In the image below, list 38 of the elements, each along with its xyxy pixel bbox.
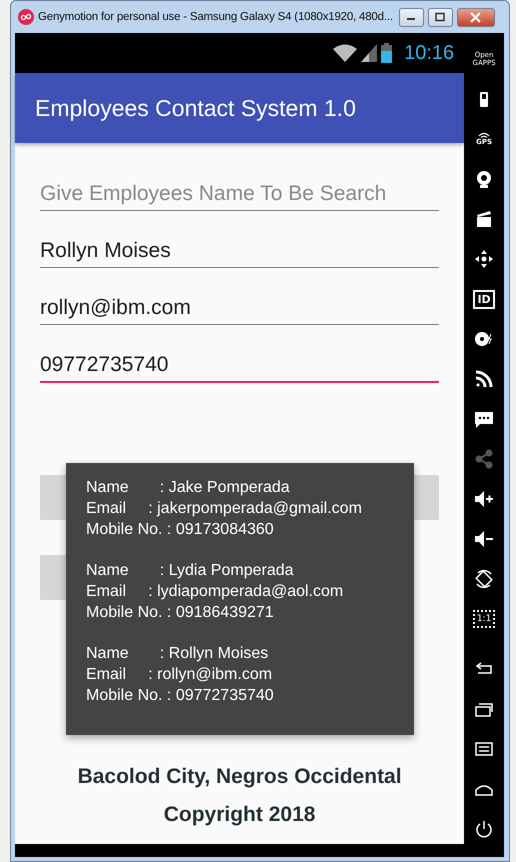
maximize-icon bbox=[435, 12, 446, 22]
close-button[interactable] bbox=[456, 8, 495, 26]
record-line: Mobile No. : 09173084360 bbox=[86, 520, 275, 540]
scale-icon[interactable]: 1:1 bbox=[472, 610, 496, 628]
power-icon[interactable] bbox=[474, 819, 494, 839]
credit-text: Copyright 2018 bbox=[164, 802, 316, 828]
volume-down-icon[interactable] bbox=[474, 529, 494, 549]
volume-up-icon[interactable] bbox=[474, 489, 494, 509]
window-title: Genymotion for personal use - Samsung Galaxy S4 (1080x1920, 480d... bbox=[38, 11, 393, 23]
app-logo-icon bbox=[18, 9, 34, 25]
record-line: Email : lydiapomperada@aol.com bbox=[86, 582, 344, 602]
id-icon[interactable]: ID bbox=[473, 290, 495, 308]
message-icon[interactable] bbox=[474, 409, 494, 429]
wifi-icon bbox=[333, 44, 358, 62]
record-line: Name : Rollyn Moises bbox=[86, 644, 270, 664]
maximize-button[interactable] bbox=[428, 8, 453, 26]
signal-icon bbox=[361, 44, 378, 62]
app-title: Employees Contact System 1.0 bbox=[35, 94, 356, 122]
record-line: Email : jakerpomperada@gmail.com bbox=[86, 499, 363, 519]
record-line: Name : Jake Pomperada bbox=[86, 478, 291, 498]
text-field[interactable]: rollyn@ibm.com bbox=[40, 292, 440, 325]
disc-icon[interactable] bbox=[474, 329, 494, 349]
record-line: Mobile No. : 09772735740 bbox=[86, 686, 275, 706]
status-time: 10:16 bbox=[404, 42, 454, 64]
record-line: Name : Lydia Pomperada bbox=[86, 561, 295, 581]
minimize-button[interactable] bbox=[398, 8, 424, 26]
record-line: Mobile No. : 09186439271 bbox=[86, 603, 275, 623]
battery-level-icon bbox=[381, 43, 392, 63]
share-icon[interactable] bbox=[474, 449, 494, 469]
dpad-icon[interactable] bbox=[474, 249, 494, 269]
close-icon bbox=[470, 12, 482, 22]
credit-text: Bacolod City, Negros Occidental bbox=[78, 764, 402, 790]
text-field[interactable]: 09772735740 bbox=[40, 349, 440, 383]
text-field[interactable]: Rollyn Moises bbox=[40, 235, 440, 268]
search-field[interactable]: Give Employees Name To Be Search bbox=[40, 178, 440, 211]
rotate-icon[interactable] bbox=[474, 569, 494, 589]
record-line: Email : rollyn@ibm.com bbox=[86, 665, 274, 685]
rss-icon[interactable] bbox=[474, 369, 494, 389]
